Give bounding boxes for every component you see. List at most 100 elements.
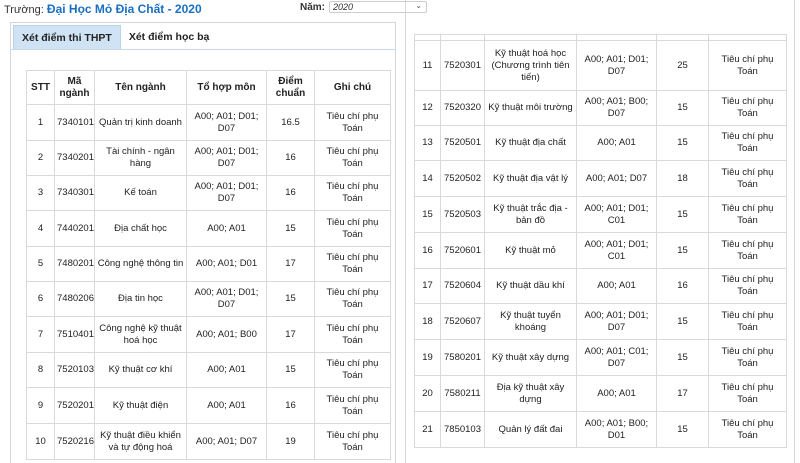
cell-combo: A00; A01; D01; C01: [576, 232, 657, 269]
cell-code: 7340101: [54, 104, 95, 141]
cell-note: Tiêu chí phụ Toán: [708, 196, 787, 233]
cell-combo: A00; A01; D01; D07: [186, 104, 267, 141]
cell-score: 17: [266, 316, 315, 353]
cell-stt: 4: [26, 210, 55, 247]
cell-stt: 2: [26, 140, 55, 176]
cell-name: Kỹ thuật xây dựng: [484, 339, 577, 376]
cell-score: 15: [266, 281, 315, 317]
cell-code: 7580201: [440, 339, 485, 376]
cell-name: Kỹ thuật địa vật lý: [484, 160, 577, 197]
cell-code: 7520216: [54, 423, 95, 460]
table-row: 12 7520320 Kỹ thuật môi trường A00; A01; B0…: [414, 90, 787, 126]
school-line: Trường: Đại Học Mỏ Địa Chất - 2020: [4, 2, 202, 16]
cell-note: Tiêu chí phụ Toán: [314, 210, 391, 247]
cell-combo: A00; A01; D01; C01: [576, 196, 657, 233]
cell-score: 25: [656, 40, 709, 91]
cell-stt: 17: [414, 268, 441, 304]
tab-thpt-score[interactable]: Xét điểm thi THPT: [13, 25, 121, 49]
cell-score: 16.5: [266, 104, 315, 141]
cell-combo: A00; A01; C01; D07: [576, 339, 657, 376]
cell-note: Tiêu chí phụ Toán: [314, 352, 391, 388]
cell-stt: 7: [26, 316, 55, 353]
cell-combo: A00; A01; D01: [186, 246, 267, 282]
cell-code: 7340201: [54, 140, 95, 176]
cell-stt: 19: [414, 339, 441, 376]
cell-score: 15: [266, 352, 315, 388]
cell-note: Tiêu chí phụ Toán: [708, 375, 787, 412]
cell-name: Kỹ thuật điện: [94, 387, 187, 424]
table-row: 21 7850103 Quản lý đất đai A00; A01; B00; D…: [414, 411, 787, 448]
cell-code: 7520320: [440, 90, 485, 126]
cell-name: Quản trị kinh doanh: [94, 104, 187, 141]
cell-name: Kỹ thuật tuyển khoáng: [484, 303, 577, 340]
cell-stt: 18: [414, 303, 441, 340]
table-row: 13 7520501 Kỹ thuật địa chất A00; A01 15 Tiêu…: [414, 125, 787, 161]
table-row: 2 7340201 Tài chính - ngân hàng A00; A01; D…: [26, 140, 391, 176]
table-row: 10 7520216 Kỹ thuật điều khiển và tự động …: [26, 423, 391, 460]
tab-bar: Xét điểm thi THPT Xét điểm học bạ: [13, 25, 218, 49]
cell-note: Tiêu chí phụ Toán: [708, 40, 787, 91]
cell-note: Tiêu chí phụ Toán: [314, 423, 391, 460]
table-row: 20 7580211 Địa kỹ thuật xây dựng A00; A01 17…: [414, 375, 787, 412]
cell-code: 7580211: [440, 375, 485, 412]
col-header-code: Mã ngành: [54, 70, 95, 105]
cell-note: Tiêu chí phụ Toán: [708, 90, 787, 126]
cell-stt: 9: [26, 387, 55, 424]
cell-stt: 8: [26, 352, 55, 388]
cell-name: Công nghệ thông tin: [94, 246, 187, 282]
cell-combo: A00; A01; B00; D07: [576, 90, 657, 126]
cell-stt: 3: [26, 175, 55, 211]
school-name: Đại Học Mỏ Địa Chất - 2020: [46, 2, 202, 16]
table-row: 11 7520301 Kỹ thuật hoá học (Chương trình …: [414, 40, 787, 91]
cell-name: Địa chất học: [94, 210, 187, 247]
col-header-stt: STT: [26, 70, 55, 105]
cell-stt: 20: [414, 375, 441, 412]
table-row: 5 7480201 Công nghệ thông tin A00; A01; D01…: [26, 246, 391, 282]
cell-combo: A00; A01; D01; D07: [576, 40, 657, 91]
table-row: 4 7440201 Địa chất học A00; A01 15 Tiêu chí p…: [26, 210, 391, 247]
cell-stt: 10: [26, 423, 55, 460]
cell-note: Tiêu chí phụ Toán: [314, 246, 391, 282]
cell-note: Tiêu chí phụ Toán: [314, 175, 391, 211]
cell-name: Kỹ thuật hoá học (Chương trình tiên tiến…: [484, 40, 577, 91]
cell-code: 7520503: [440, 196, 485, 233]
cell-name: Kỹ thuật mỏ: [484, 232, 577, 269]
cell-stt: 16: [414, 232, 441, 269]
cell-code: 7520607: [440, 303, 485, 340]
cell-code: 7520103: [54, 352, 95, 388]
cell-score: 17: [266, 246, 315, 282]
cell-combo: A00; A01; D01; D07: [186, 281, 267, 317]
table-header-row: STT Mã ngành Tên ngành Tổ hợp môn Điểm c…: [26, 70, 391, 105]
cell-score: 18: [656, 160, 709, 197]
right-panel-top: [405, 0, 795, 34]
cell-stt: 14: [414, 160, 441, 197]
cell-code: 7480201: [54, 246, 95, 282]
cell-combo: A00; A01: [576, 125, 657, 161]
cell-combo: A00; A01; D07: [186, 423, 267, 460]
cell-note: Tiêu chí phụ Toán: [708, 339, 787, 376]
cell-stt: 6: [26, 281, 55, 317]
cell-stt: 11: [414, 40, 441, 91]
admission-table-left: STT Mã ngành Tên ngành Tổ hợp môn Điểm c…: [26, 70, 391, 460]
cell-score: 15: [656, 411, 709, 448]
cell-score: 15: [266, 210, 315, 247]
tab-transcript-score[interactable]: Xét điểm học bạ: [120, 25, 218, 49]
cell-code: 7520604: [440, 268, 485, 304]
year-value: 2020: [333, 2, 354, 12]
cell-note: Tiêu chí phụ Toán: [708, 125, 787, 161]
cell-score: 15: [656, 339, 709, 376]
tab-divider: [11, 49, 395, 50]
cell-score: 19: [266, 423, 315, 460]
cell-combo: A00; A01: [576, 268, 657, 304]
table-row: 17 7520604 Kỹ thuật dầu khí A00; A01 16 Tiêu …: [414, 268, 787, 304]
cell-code: 7520201: [54, 387, 95, 424]
col-header-score: Điểm chuẩn: [266, 70, 315, 105]
cell-combo: A00; A01: [186, 387, 267, 424]
cell-name: Địa tin học: [94, 281, 187, 317]
col-header-note: Ghi chú: [314, 70, 391, 105]
cell-combo: A00; A01: [186, 352, 267, 388]
cell-code: 7520301: [440, 40, 485, 91]
table-row: 19 7580201 Kỹ thuật xây dựng A00; A01; C01;…: [414, 339, 787, 376]
table-row: 7 7510401 Công nghệ kỹ thuật hoá học A00; A…: [26, 316, 391, 353]
cell-stt: 13: [414, 125, 441, 161]
